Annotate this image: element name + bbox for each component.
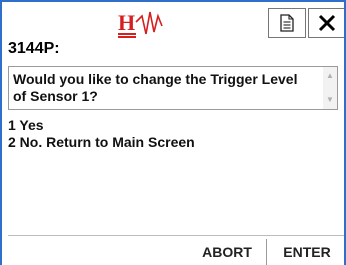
option-no-return[interactable]: 2 No. Return to Main Screen xyxy=(8,134,195,151)
prompt-box: Would you like to change the Trigger Lev… xyxy=(8,66,338,110)
close-button[interactable] xyxy=(308,8,344,38)
header: H 3144P: xyxy=(2,2,344,62)
page-title: 3144P: xyxy=(8,40,60,57)
logo-icon: H xyxy=(118,10,163,38)
document-icon xyxy=(280,14,294,32)
logo-letter: H xyxy=(118,10,135,35)
prompt-text: Would you like to change the Trigger Lev… xyxy=(13,71,298,104)
footer-separator xyxy=(266,239,267,265)
options-list: 1 Yes 2 No. Return to Main Screen xyxy=(8,117,195,151)
footer-divider xyxy=(8,235,344,236)
scroll-down-icon[interactable]: ▼ xyxy=(323,95,337,104)
document-button[interactable] xyxy=(268,8,306,38)
dialog-window: H 3144P: Would you like to change the Tr… xyxy=(0,0,346,265)
prompt-scrollbar[interactable]: ▲ ▼ xyxy=(323,67,337,109)
abort-button[interactable]: ABORT xyxy=(190,238,264,265)
scroll-up-icon[interactable]: ▲ xyxy=(323,71,337,80)
enter-button[interactable]: ENTER xyxy=(270,238,344,265)
option-yes[interactable]: 1 Yes xyxy=(8,117,195,134)
close-icon xyxy=(318,14,335,32)
